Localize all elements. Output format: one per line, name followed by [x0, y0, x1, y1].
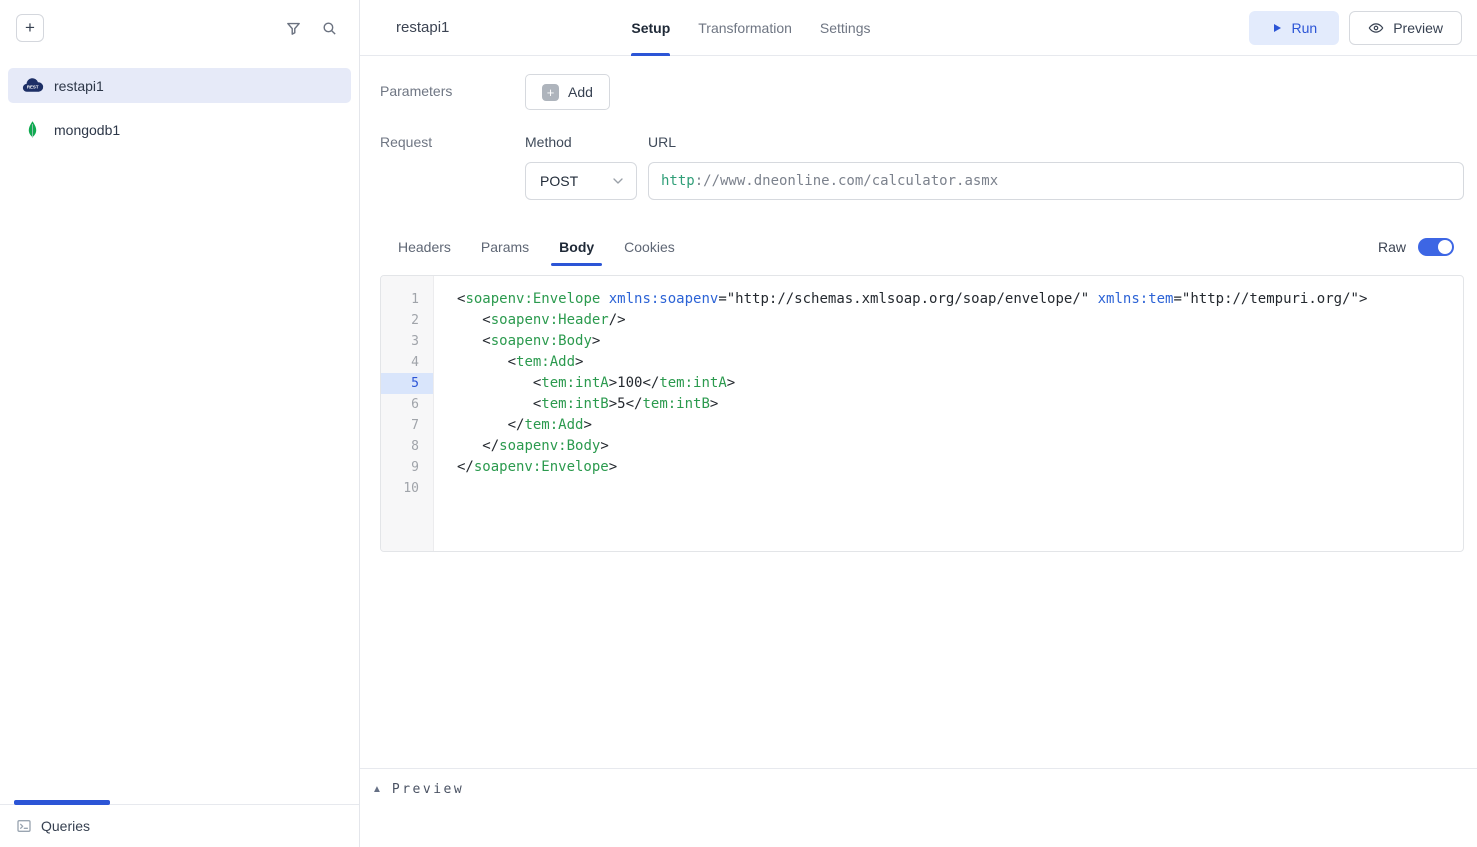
svg-text:REST: REST: [26, 85, 38, 90]
app-window: + REST restapi1: [0, 0, 1477, 847]
run-button[interactable]: Run: [1249, 11, 1340, 45]
sidebar: + REST restapi1: [0, 0, 360, 847]
tab-body[interactable]: Body: [557, 232, 596, 262]
url-field: URL http://www.dneonline.com/calculator.…: [648, 134, 1464, 200]
new-query-button[interactable]: +: [16, 14, 44, 42]
mongodb-icon: [20, 118, 44, 142]
raw-toggle[interactable]: [1418, 238, 1454, 256]
code-line[interactable]: <soapenv:Header/>: [457, 310, 1463, 331]
url-label: URL: [648, 134, 1464, 150]
sidebar-item-label: restapi1: [54, 78, 104, 94]
line-number: 7: [381, 415, 433, 436]
code-line[interactable]: <tem:intB>5</tem:intB>: [457, 394, 1463, 415]
page-title: restapi1: [396, 19, 449, 36]
run-button-label: Run: [1292, 20, 1318, 36]
plus-icon: +: [542, 84, 559, 101]
code-line[interactable]: <tem:Add>: [457, 352, 1463, 373]
collapse-up-icon: ▲: [372, 782, 382, 798]
search-button[interactable]: [315, 14, 343, 42]
parameters-label: Parameters: [380, 74, 525, 99]
filter-icon: [285, 20, 302, 37]
raw-label: Raw: [1378, 239, 1406, 255]
rest-api-icon: REST: [20, 74, 44, 98]
code-line[interactable]: </soapenv:Body>: [457, 436, 1463, 457]
preview-button[interactable]: Preview: [1349, 11, 1462, 45]
play-icon: [1271, 22, 1283, 34]
filter-button[interactable]: [279, 14, 307, 42]
code-line[interactable]: [457, 478, 1463, 499]
toggle-knob: [1438, 240, 1452, 254]
line-number: 6: [381, 394, 433, 415]
add-button-label: Add: [568, 84, 593, 100]
line-number: 3: [381, 331, 433, 352]
tab-headers[interactable]: Headers: [396, 232, 453, 262]
code-line[interactable]: <soapenv:Body>: [457, 331, 1463, 352]
line-number: 4: [381, 352, 433, 373]
queries-icon: [16, 818, 32, 834]
raw-toggle-group: Raw: [1378, 238, 1464, 256]
tab-setup[interactable]: Setup: [631, 0, 670, 56]
url-scheme-text: http: [661, 173, 695, 189]
request-fields: Method POST URL http://www.dneonline.com…: [525, 134, 1464, 200]
request-label: Request: [380, 134, 525, 200]
eye-icon: [1368, 20, 1384, 36]
method-label: Method: [525, 134, 637, 150]
code-line[interactable]: </soapenv:Envelope>: [457, 457, 1463, 478]
header-actions: Run Preview: [1249, 11, 1462, 45]
method-field: Method POST: [525, 134, 637, 200]
top-tabs: Setup Transformation Settings: [617, 0, 884, 56]
tab-settings[interactable]: Settings: [820, 0, 871, 56]
chevron-down-icon: [610, 173, 626, 189]
setup-content: Parameters + Add Request Method POST: [360, 56, 1477, 768]
request-row: Request Method POST URL: [380, 134, 1464, 200]
sidebar-item-mongodb1[interactable]: mongodb1: [8, 112, 351, 147]
main-panel: restapi1 Setup Transformation Settings R…: [360, 0, 1477, 847]
query-list: REST restapi1 mongodb1: [0, 56, 359, 804]
url-rest-text: ://www.dneonline.com/calculator.asmx: [695, 173, 998, 189]
line-number: 8: [381, 436, 433, 457]
active-tab-indicator: [14, 800, 110, 805]
tab-transformation[interactable]: Transformation: [698, 0, 792, 56]
tab-params[interactable]: Params: [479, 232, 531, 262]
search-icon: [321, 20, 338, 37]
add-parameter-button[interactable]: + Add: [525, 74, 610, 110]
code-line[interactable]: <soapenv:Envelope xmlns:soapenv="http://…: [457, 289, 1463, 310]
parameters-row: Parameters + Add: [380, 74, 1464, 110]
url-input[interactable]: http://www.dneonline.com/calculator.asmx: [648, 162, 1464, 200]
sidebar-footer-tab-queries[interactable]: Queries: [0, 804, 359, 847]
sidebar-item-label: mongodb1: [54, 122, 120, 138]
preview-pane-toggle[interactable]: ▲ Preview: [360, 768, 1477, 847]
editor-gutter: 12345678910: [381, 276, 434, 551]
queries-tab-label: Queries: [41, 818, 90, 834]
body-code-editor[interactable]: 12345678910 <soapenv:Envelope xmlns:soap…: [380, 275, 1464, 552]
sidebar-item-restapi1[interactable]: REST restapi1: [8, 68, 351, 103]
method-value: POST: [540, 173, 578, 189]
line-number: 9: [381, 457, 433, 478]
tab-cookies[interactable]: Cookies: [622, 232, 677, 262]
line-number: 1: [381, 289, 433, 310]
preview-pane-label: Preview: [392, 782, 464, 798]
preview-button-label: Preview: [1393, 20, 1443, 36]
code-line[interactable]: </tem:Add>: [457, 415, 1463, 436]
code-line[interactable]: <tem:intA>100</tem:intA>: [457, 373, 1463, 394]
method-select[interactable]: POST: [525, 162, 637, 200]
line-number: 10: [381, 478, 433, 499]
editor-code[interactable]: <soapenv:Envelope xmlns:soapenv="http://…: [434, 276, 1463, 551]
line-number: 5: [381, 373, 433, 394]
sidebar-header: +: [0, 0, 359, 56]
line-number: 2: [381, 310, 433, 331]
request-subtabs: Headers Params Body Cookies Raw: [380, 232, 1464, 262]
main-header: restapi1 Setup Transformation Settings R…: [360, 0, 1477, 56]
